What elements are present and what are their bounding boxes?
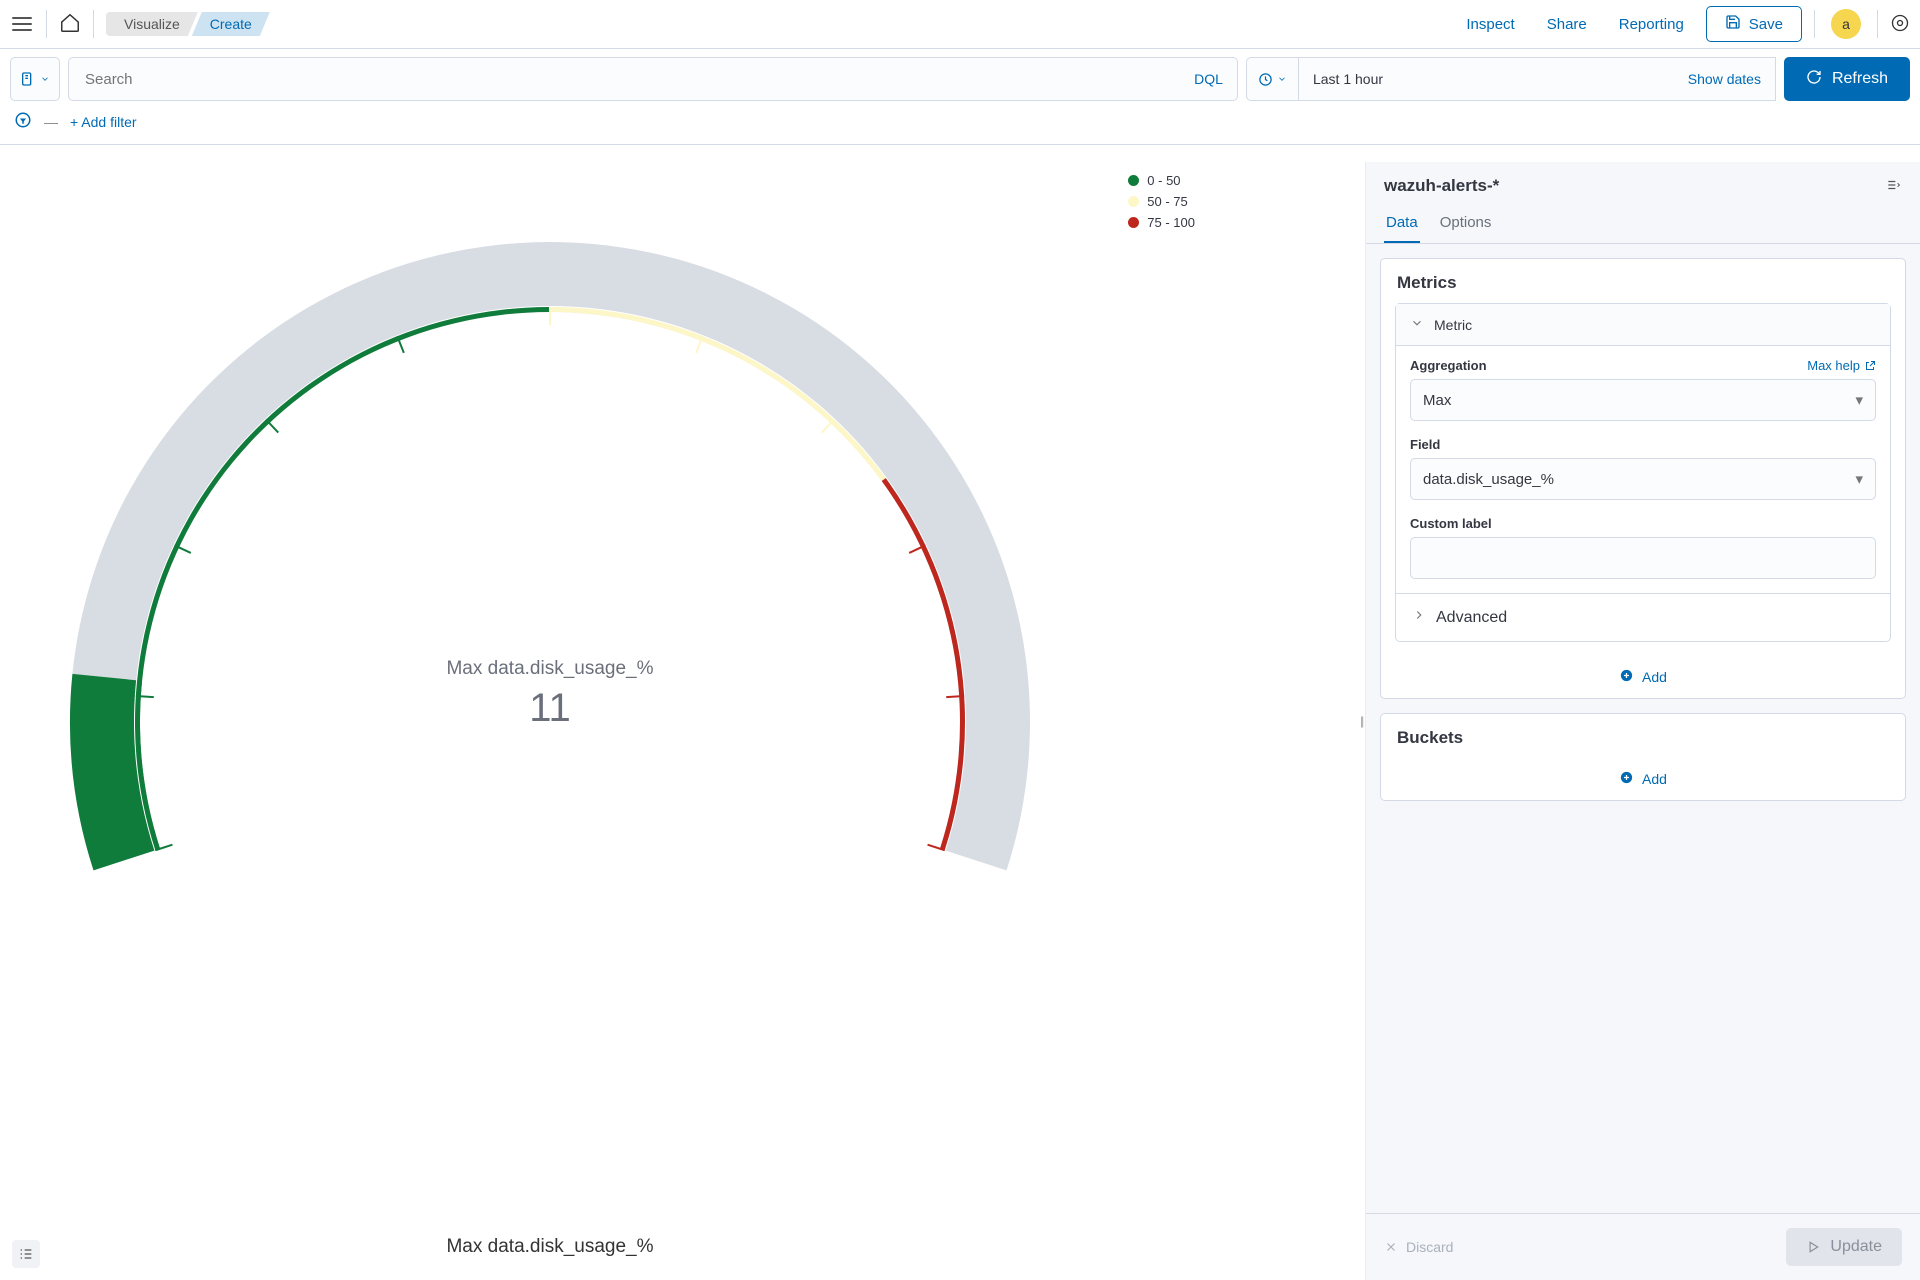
gauge-legend: 0 - 50 50 - 75 75 - 100 — [1128, 170, 1195, 233]
divider — [46, 10, 47, 38]
refresh-button[interactable]: Refresh — [1784, 57, 1910, 101]
metric-toggle[interactable]: Metric — [1396, 304, 1890, 346]
discard-button[interactable]: Discard — [1384, 1239, 1453, 1255]
metrics-panel: Metrics Metric Aggregation Max help — [1380, 258, 1906, 699]
legend-label: 0 - 50 — [1147, 173, 1180, 188]
gauge-chart — [40, 192, 1060, 955]
add-filter-link[interactable]: + Add filter — [70, 114, 137, 130]
save-icon — [1725, 14, 1741, 34]
buckets-title: Buckets — [1381, 714, 1905, 758]
legend-label: 75 - 100 — [1147, 215, 1195, 230]
menu-toggle[interactable] — [10, 12, 34, 36]
news-feed-icon[interactable] — [1890, 13, 1910, 36]
chevron-right-icon — [1412, 608, 1426, 627]
reporting-link[interactable]: Reporting — [1609, 16, 1694, 33]
tab-data[interactable]: Data — [1384, 208, 1420, 243]
time-quick-select[interactable] — [1246, 57, 1298, 101]
aggregation-label: Aggregation — [1410, 358, 1487, 373]
filter-icon[interactable] — [14, 111, 32, 132]
chevron-down-icon: ▾ — [1855, 391, 1863, 409]
divider — [93, 10, 94, 38]
update-button[interactable]: Update — [1786, 1228, 1902, 1266]
plus-circle-icon — [1619, 668, 1634, 686]
gauge-title: Max data.disk_usage_% — [0, 658, 1100, 680]
time-range[interactable]: Last 1 hour Show dates — [1298, 57, 1776, 101]
legend-dot — [1128, 217, 1139, 228]
legend-label: 50 - 75 — [1147, 194, 1187, 209]
custom-label-label: Custom label — [1410, 516, 1492, 531]
avatar[interactable]: a — [1831, 9, 1861, 39]
visualization-area: Max data.disk_usage_% 11 Max data.disk_u… — [0, 162, 1365, 1280]
legend-dot — [1128, 196, 1139, 207]
editor-sidebar: || wazuh-alerts-* Data Options Metrics — [1365, 162, 1920, 1280]
aggregation-select[interactable]: Max ▾ — [1410, 379, 1876, 421]
add-bucket-button[interactable]: Add — [1381, 758, 1905, 800]
home-icon[interactable] — [59, 12, 81, 37]
show-dates-link[interactable]: Show dates — [1688, 71, 1761, 87]
inspect-link[interactable]: Inspect — [1456, 16, 1524, 33]
save-label: Save — [1749, 16, 1783, 33]
gauge-value: 11 — [0, 686, 1100, 731]
add-metric-button[interactable]: Add — [1381, 656, 1905, 698]
sidebar-splitter[interactable]: || — [1360, 714, 1362, 728]
breadcrumb-visualize[interactable]: Visualize — [106, 12, 198, 36]
query-language-switch[interactable]: DQL — [1180, 57, 1238, 101]
saved-queries-button[interactable] — [10, 57, 60, 101]
metric-label: Metric — [1434, 317, 1472, 333]
legend-item[interactable]: 75 - 100 — [1128, 212, 1195, 233]
field-select[interactable]: data.disk_usage_% ▾ — [1410, 458, 1876, 500]
search-input[interactable] — [83, 70, 1174, 89]
divider — [1877, 10, 1878, 38]
breadcrumb-create[interactable]: Create — [192, 12, 270, 36]
index-pattern-title[interactable]: wazuh-alerts-* — [1384, 176, 1499, 196]
tab-options[interactable]: Options — [1438, 208, 1494, 243]
chevron-down-icon — [1410, 316, 1424, 333]
plus-circle-icon — [1619, 770, 1634, 788]
legend-item[interactable]: 50 - 75 — [1128, 191, 1195, 212]
share-link[interactable]: Share — [1537, 16, 1597, 33]
legend-dot — [1128, 175, 1139, 186]
gauge-bottom-label: Max data.disk_usage_% — [0, 1236, 1100, 1258]
buckets-panel: Buckets Add — [1380, 713, 1906, 801]
search-input-wrapper — [68, 57, 1188, 101]
refresh-icon — [1806, 69, 1822, 90]
time-range-label: Last 1 hour — [1313, 71, 1383, 87]
metric-block: Metric Aggregation Max help Max ▾ — [1395, 303, 1891, 642]
collapse-sidebar-icon[interactable] — [1884, 178, 1902, 195]
advanced-toggle[interactable]: Advanced — [1396, 593, 1890, 641]
aggregation-help-link[interactable]: Max help — [1807, 358, 1876, 373]
legend-toggle-button[interactable] — [12, 1240, 40, 1268]
legend-item[interactable]: 0 - 50 — [1128, 170, 1195, 191]
breadcrumb: Visualize Create — [106, 12, 270, 36]
refresh-label: Refresh — [1832, 70, 1888, 88]
field-label: Field — [1410, 437, 1440, 452]
divider — [1814, 10, 1815, 38]
metrics-title: Metrics — [1381, 259, 1905, 303]
save-button[interactable]: Save — [1706, 6, 1802, 42]
custom-label-input[interactable] — [1410, 537, 1876, 579]
chevron-down-icon: ▾ — [1855, 470, 1863, 488]
